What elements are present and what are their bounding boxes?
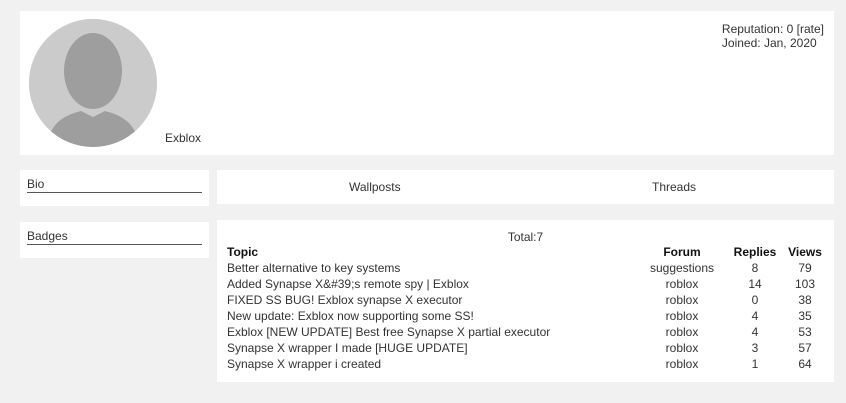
thread-views: 79 xyxy=(798,261,812,275)
threads-table: Topic Forum Replies Views Better alterna… xyxy=(227,244,827,372)
table-header-row: Topic Forum Replies Views xyxy=(227,244,827,260)
thread-forum[interactable]: roblox xyxy=(637,276,727,292)
thread-forum[interactable]: roblox xyxy=(637,340,727,356)
thread-replies: 4 xyxy=(751,309,759,323)
bio-section: Bio xyxy=(20,170,209,206)
reputation-text[interactable]: Reputation: 0 [rate] xyxy=(722,22,824,36)
column-header-views: Views xyxy=(788,245,822,259)
thread-replies: 0 xyxy=(751,293,759,307)
profile-tabs: Wallposts Threads xyxy=(217,170,834,204)
avatar xyxy=(29,19,157,147)
badges-heading: Badges xyxy=(27,230,202,245)
thread-views: 103 xyxy=(794,277,816,291)
username: Exblox xyxy=(165,131,202,145)
column-header-replies: Replies xyxy=(733,245,777,259)
table-row: Synapse X wrapper I made [HUGE UPDATE] r… xyxy=(227,340,827,356)
table-row: Exblox [NEW UPDATE] Best free Synapse X … xyxy=(227,324,827,340)
thread-replies: 8 xyxy=(751,261,759,275)
thread-forum[interactable]: roblox xyxy=(637,292,727,308)
thread-topic-link[interactable]: Synapse X wrapper i created xyxy=(227,357,381,371)
thread-topic-link[interactable]: Added Synapse X&#39;s remote spy | Exblo… xyxy=(227,277,469,291)
thread-forum[interactable]: roblox xyxy=(637,324,727,340)
threads-total: Total:7 xyxy=(507,230,544,244)
table-row: Better alternative to key systems sugges… xyxy=(227,260,827,276)
thread-views: 35 xyxy=(798,309,812,323)
thread-forum[interactable]: roblox xyxy=(637,356,727,372)
thread-replies: 1 xyxy=(751,357,759,371)
thread-forum[interactable]: suggestions xyxy=(637,260,727,276)
column-header-topic: Topic xyxy=(227,245,259,259)
bio-heading: Bio xyxy=(27,178,202,193)
thread-replies: 4 xyxy=(751,325,759,339)
profile-stats: Reputation: 0 [rate] Joined: Jan, 2020 xyxy=(722,22,824,50)
table-row: Synapse X wrapper i created roblox 1 64 xyxy=(227,356,827,372)
thread-topic-link[interactable]: Better alternative to key systems xyxy=(227,261,400,275)
thread-topic-link[interactable]: FIXED SS BUG! Exblox synapse X executor xyxy=(227,293,462,307)
table-row: Added Synapse X&#39;s remote spy | Exblo… xyxy=(227,276,827,292)
default-avatar-icon xyxy=(29,19,157,147)
joined-date: Joined: Jan, 2020 xyxy=(721,36,817,50)
thread-replies: 14 xyxy=(748,277,762,291)
thread-views: 53 xyxy=(798,325,812,339)
thread-topic-link[interactable]: New update: Exblox now supporting some S… xyxy=(227,309,474,323)
thread-views: 38 xyxy=(798,293,812,307)
thread-forum[interactable]: roblox xyxy=(637,308,727,324)
table-row: FIXED SS BUG! Exblox synapse X executor … xyxy=(227,292,827,308)
thread-views: 64 xyxy=(798,357,812,371)
thread-replies: 3 xyxy=(751,341,759,355)
thread-views: 57 xyxy=(798,341,812,355)
thread-topic-link[interactable]: Exblox [NEW UPDATE] Best free Synapse X … xyxy=(227,325,550,339)
threads-panel: Total:7 Topic Forum Replies Views Better… xyxy=(217,220,834,382)
badges-section: Badges xyxy=(20,222,209,258)
profile-header: Exblox Reputation: 0 [rate] Joined: Jan,… xyxy=(20,11,834,155)
thread-topic-link[interactable]: Synapse X wrapper I made [HUGE UPDATE] xyxy=(227,341,468,355)
tab-wallposts[interactable]: Wallposts xyxy=(349,180,401,194)
table-row: New update: Exblox now supporting some S… xyxy=(227,308,827,324)
tab-threads[interactable]: Threads xyxy=(652,180,696,194)
column-header-forum: Forum xyxy=(663,245,701,259)
